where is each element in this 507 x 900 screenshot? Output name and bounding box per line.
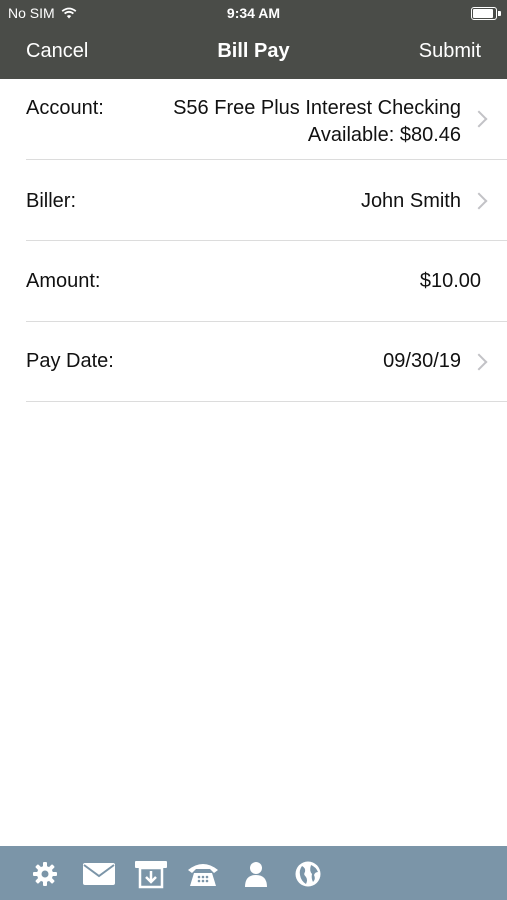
battery-icon	[471, 7, 501, 20]
pay-date-label: Pay Date:	[26, 350, 114, 372]
tab-deposit[interactable]	[134, 859, 168, 889]
chevron-right-icon	[470, 192, 488, 210]
account-value: S56 Free Plus Interest Checking	[173, 97, 461, 119]
account-label: Account:	[26, 97, 104, 119]
submit-button[interactable]: Submit	[419, 40, 481, 63]
phone-icon	[188, 864, 218, 886]
status-time: 9:34 AM	[226, 5, 281, 21]
tab-bar	[0, 846, 507, 900]
amount-value[interactable]: $10.00	[420, 270, 481, 293]
globe-icon	[295, 861, 321, 887]
tab-profile[interactable]	[241, 859, 271, 889]
account-row[interactable]: Account: S56 Free Plus Interest Checking…	[0, 79, 507, 159]
tab-locations[interactable]	[293, 859, 323, 889]
chevron-right-icon	[470, 110, 488, 128]
amount-label: Amount:	[26, 270, 101, 292]
biller-value: John Smith	[360, 190, 461, 212]
mail-icon	[83, 863, 115, 885]
tab-settings[interactable]	[30, 859, 60, 889]
chevron-right-icon	[470, 353, 488, 371]
amount-row[interactable]: Amount: $10.00	[0, 241, 507, 321]
account-available: Available: $80.46	[307, 124, 461, 146]
tab-contact[interactable]	[186, 859, 220, 889]
gear-icon	[33, 862, 57, 886]
biller-row[interactable]: Biller: John Smith	[0, 160, 507, 240]
navigation-bar: No SIM 9:34 AM Cancel Bill Pay Submit	[0, 0, 507, 79]
divider	[26, 401, 507, 402]
deposit-icon	[135, 861, 167, 889]
tab-messages[interactable]	[82, 859, 116, 889]
pay-date-row[interactable]: Pay Date: 09/30/19	[0, 322, 507, 402]
biller-label: Biller:	[26, 190, 77, 212]
pay-date-value: 09/30/19	[383, 350, 461, 372]
person-icon	[245, 862, 267, 887]
